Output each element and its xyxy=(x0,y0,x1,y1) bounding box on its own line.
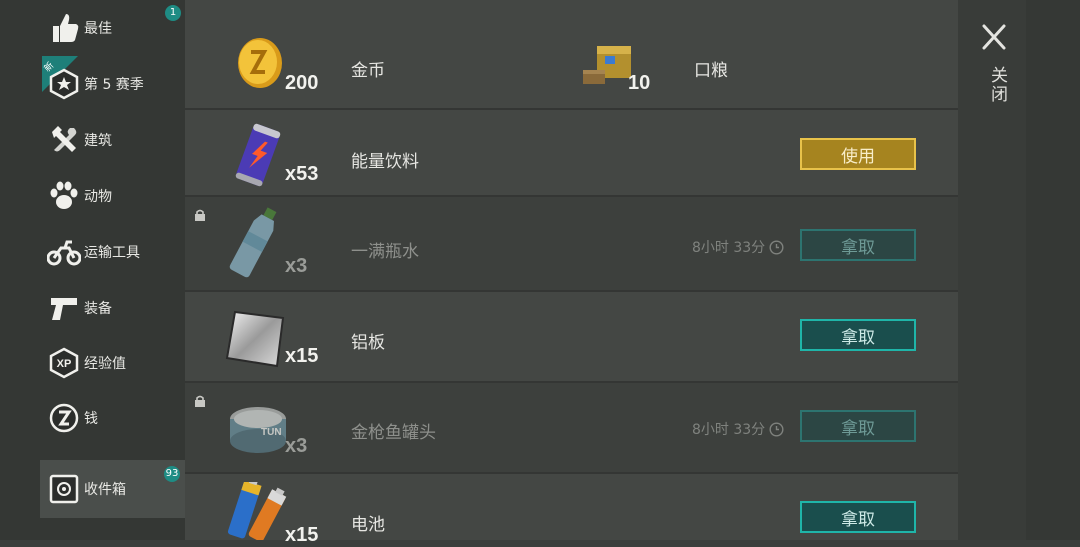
sidebar-item-label: 装备 xyxy=(84,301,112,317)
item-name: 电池 xyxy=(351,515,385,535)
sidebar-item-money[interactable]: 钱 xyxy=(40,390,185,446)
item-row: x53 能量饮料 使用 xyxy=(185,110,958,197)
right-edge xyxy=(1026,0,1080,540)
sidebar-item-label: 收件箱 xyxy=(84,482,126,498)
sidebar-item-vehicles[interactable]: 运输工具 xyxy=(40,224,185,280)
use-button[interactable]: 使用 xyxy=(800,138,916,170)
inbox-list: 200 金币 10 口粮 x53 能量饮料 使用 x3 一满瓶水 8小时 33分… xyxy=(185,0,958,546)
lock-icon xyxy=(194,392,206,411)
cooldown-timer: 8小时 33分 xyxy=(692,237,784,257)
sidebar-item-label: 经验值 xyxy=(84,356,126,372)
sidebar-item-label: 第 5 赛季 xyxy=(84,77,144,93)
water-bottle-icon xyxy=(221,207,291,278)
clock-icon xyxy=(769,421,784,437)
notification-badge: 1 xyxy=(165,5,181,21)
batteries-icon xyxy=(221,482,291,540)
sidebar-item-label: 动物 xyxy=(84,189,112,205)
sidebar-item-label: 运输工具 xyxy=(84,245,140,261)
item-name: 能量饮料 xyxy=(351,152,419,172)
sidebar: 最佳 1 新 第 5 赛季 建筑 动物 运输工具 装备 XP 经验值 钱 收件箱… xyxy=(0,0,185,540)
item-row-locked: x3 一满瓶水 8小时 33分 拿取 xyxy=(185,197,958,292)
sidebar-item-label: 钱 xyxy=(84,411,98,427)
sidebar-item-label: 建筑 xyxy=(84,133,112,149)
season-star-icon xyxy=(44,64,84,104)
thumbs-up-icon xyxy=(44,8,84,48)
sidebar-item-equipment[interactable]: 装备 xyxy=(40,280,185,336)
clock-icon xyxy=(769,239,784,255)
xp-icon: XP xyxy=(44,343,84,383)
ration-quantity: 10 xyxy=(628,72,651,94)
coin-icon xyxy=(44,398,84,438)
item-quantity: x15 xyxy=(285,345,319,367)
item-row: x15 电池 拿取 xyxy=(185,474,958,546)
timer-text: 8小时 33分 xyxy=(692,240,766,256)
tuna-can-icon: TUN xyxy=(223,395,293,465)
safe-icon xyxy=(44,469,84,509)
item-quantity: x3 xyxy=(285,255,308,277)
item-name: 一满瓶水 xyxy=(351,242,419,262)
motorcycle-icon xyxy=(44,232,84,272)
coin-quantity: 200 xyxy=(285,72,319,94)
item-quantity: x53 xyxy=(285,163,319,185)
take-button[interactable]: 拿取 xyxy=(800,229,916,261)
item-row-locked: TUN x3 金枪鱼罐头 8小时 33分 拿取 xyxy=(185,383,958,474)
sidebar-item-inbox[interactable]: 收件箱 xyxy=(40,460,185,518)
item-row: x15 铝板 拿取 xyxy=(185,292,958,383)
sidebar-item-experience[interactable]: XP 经验值 xyxy=(40,335,185,391)
reward-row: 200 金币 10 口粮 xyxy=(185,0,958,110)
pistol-icon xyxy=(44,288,84,328)
close-icon[interactable] xyxy=(981,22,1007,52)
xp-icon-text: XP xyxy=(57,358,72,370)
timer-text: 8小时 33分 xyxy=(692,422,766,438)
item-name: 金枪鱼罐头 xyxy=(351,423,436,443)
inbox-count-badge: 93 xyxy=(164,466,180,482)
sidebar-item-season[interactable]: 第 5 赛季 xyxy=(40,56,185,112)
aluminum-plate-icon xyxy=(221,302,291,372)
sidebar-item-building[interactable]: 建筑 xyxy=(40,112,185,168)
lock-icon xyxy=(194,206,206,225)
sidebar-item-best[interactable]: 最佳 xyxy=(40,0,185,56)
cooldown-timer: 8小时 33分 xyxy=(692,419,784,439)
item-name: 铝板 xyxy=(351,333,385,353)
close-label[interactable]: 关闭 xyxy=(985,66,1010,104)
paw-icon xyxy=(44,176,84,216)
ration-name: 口粮 xyxy=(694,61,728,81)
take-button[interactable]: 拿取 xyxy=(800,410,916,442)
sidebar-item-animals[interactable]: 动物 xyxy=(40,168,185,224)
sidebar-item-label: 最佳 xyxy=(84,21,112,37)
item-quantity: x3 xyxy=(285,435,308,457)
energy-drink-icon xyxy=(223,120,293,190)
take-button[interactable]: 拿取 xyxy=(800,501,916,533)
coin-name: 金币 xyxy=(351,61,385,81)
hammer-wrench-icon xyxy=(44,120,84,160)
can-label-text: TUN xyxy=(261,427,282,438)
item-quantity: x15 xyxy=(285,524,319,546)
take-button[interactable]: 拿取 xyxy=(800,319,916,351)
